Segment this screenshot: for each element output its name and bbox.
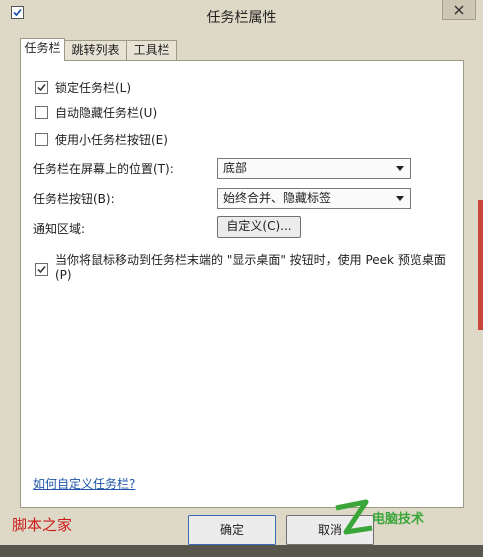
dropdown-arrow-icon bbox=[396, 196, 404, 201]
window-edge-accent bbox=[478, 200, 483, 330]
lock-taskbar-option[interactable]: 锁定任务栏(L) bbox=[35, 79, 131, 97]
dropdown-arrow-icon bbox=[396, 166, 404, 171]
tab-jump-lists[interactable]: 跳转列表 bbox=[64, 40, 127, 60]
lock-taskbar-checkbox[interactable] bbox=[35, 81, 48, 94]
ok-button[interactable]: 确定 bbox=[188, 515, 276, 545]
buttons-setting-value: 始终合并、隐藏标签 bbox=[223, 191, 332, 205]
autohide-checkbox[interactable] bbox=[35, 106, 48, 119]
checkmark-icon bbox=[37, 84, 46, 92]
tab-toolbars[interactable]: 工具栏 bbox=[126, 40, 177, 60]
logo-icon bbox=[335, 499, 373, 535]
buttons-setting-label: 任务栏按钮(B): bbox=[33, 192, 115, 206]
watermark-right-text: 电脑技术 bbox=[372, 512, 425, 527]
peek-checkbox[interactable] bbox=[35, 263, 48, 276]
lock-taskbar-label: 锁定任务栏(L) bbox=[55, 81, 132, 95]
tab-panel: 锁定任务栏(L) 自动隐藏任务栏(U) 使用小任务栏按钮(E) 任务栏在屏幕上的… bbox=[20, 60, 464, 508]
position-select[interactable]: 底部 bbox=[217, 158, 411, 179]
buttons-setting-select[interactable]: 始终合并、隐藏标签 bbox=[217, 188, 411, 209]
close-button[interactable] bbox=[442, 0, 476, 20]
position-label: 任务栏在屏幕上的位置(T): bbox=[33, 162, 174, 176]
window-title: 任务栏属性 bbox=[206, 10, 277, 26]
checkmark-icon bbox=[37, 266, 46, 274]
tab-taskbar[interactable]: 任务栏 bbox=[20, 38, 65, 61]
small-buttons-checkbox[interactable] bbox=[35, 133, 48, 146]
watermark-right: 电脑技术 bbox=[332, 498, 442, 540]
watermark-left: 脚本之家 bbox=[12, 516, 73, 534]
close-icon bbox=[454, 5, 464, 14]
peek-label-shortcut: (P) bbox=[55, 268, 72, 282]
autohide-label: 自动隐藏任务栏(U) bbox=[55, 106, 158, 120]
small-buttons-option[interactable]: 使用小任务栏按钮(E) bbox=[35, 131, 168, 149]
position-value: 底部 bbox=[223, 161, 248, 175]
help-link[interactable]: 如何自定义任务栏? bbox=[33, 475, 135, 492]
autohide-option[interactable]: 自动隐藏任务栏(U) bbox=[35, 104, 157, 122]
notification-area-label: 通知区域: bbox=[33, 222, 86, 236]
bottom-strip bbox=[0, 545, 483, 557]
small-buttons-label: 使用小任务栏按钮(E) bbox=[55, 133, 168, 147]
peek-option[interactable]: 当你将鼠标移动到任务栏末端的 "显示桌面" 按钮时，使用 Peek 预览桌面 (… bbox=[35, 253, 446, 282]
peek-label: 当你将鼠标移动到任务栏末端的 "显示桌面" 按钮时，使用 Peek 预览桌面 bbox=[55, 253, 446, 267]
title-bar[interactable]: 任务栏属性 bbox=[0, 0, 483, 30]
customize-button[interactable]: 自定义(C)... bbox=[217, 216, 301, 238]
taskbar-properties-window: 任务栏属性 任务栏 跳转列表 工具栏 锁定任务栏(L) 自动隐藏任务栏(U) 使… bbox=[0, 0, 483, 557]
